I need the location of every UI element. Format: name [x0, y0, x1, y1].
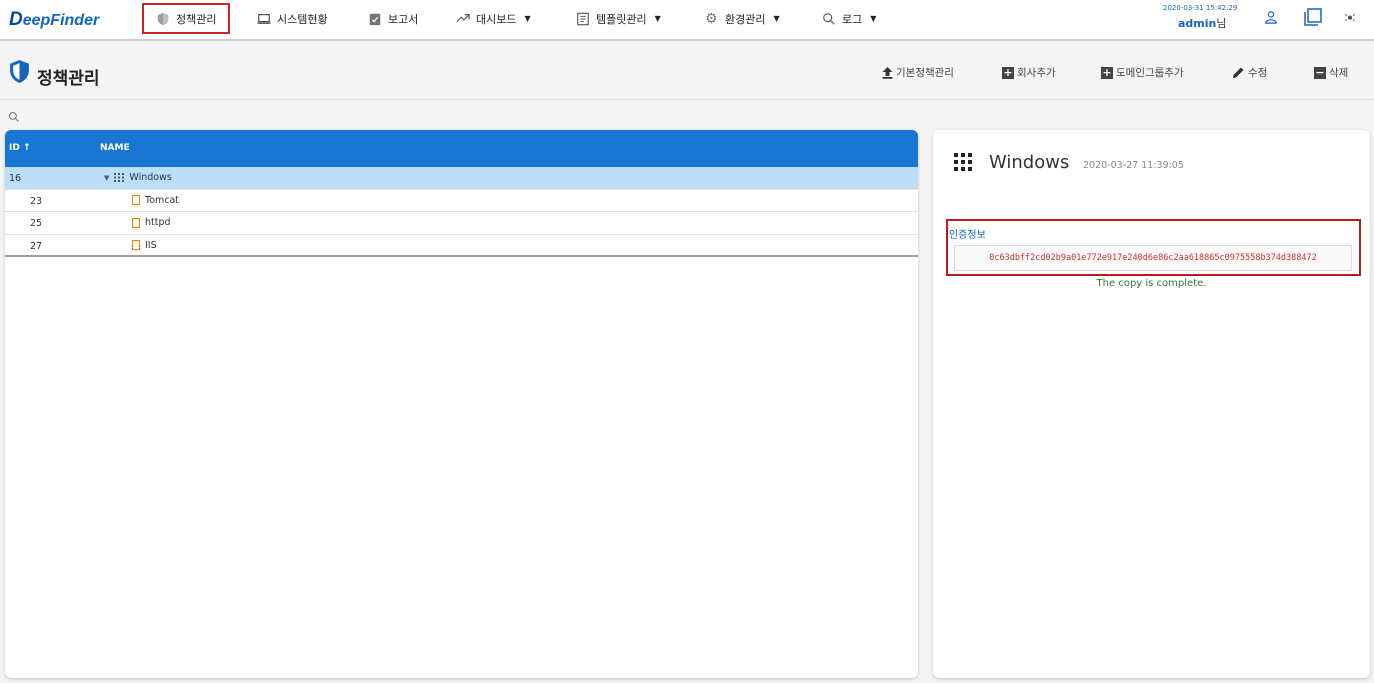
search-icon — [823, 12, 835, 25]
shield-icon — [157, 12, 169, 25]
upload-icon — [882, 66, 893, 79]
base-policy-button[interactable]: 기본정책관리 — [882, 65, 954, 80]
policy-table: ID ↑ NAME 16 ▼ Windows 23 Tomcat 25 http… — [5, 130, 918, 678]
table-search[interactable] — [8, 108, 20, 127]
chevron-down-icon: ▼ — [773, 14, 780, 23]
plus-box-icon: + — [1002, 65, 1014, 79]
chevron-down-icon: ▼ — [524, 14, 531, 23]
search-icon — [8, 111, 19, 122]
window-icon[interactable] — [1304, 8, 1322, 26]
plus-box-icon: + — [1101, 65, 1113, 79]
auth-info-section: 인증정보 0c63dbff2cd02b9a01e772e917e240d6e86… — [946, 219, 1361, 276]
grid-icon — [114, 173, 125, 182]
nav-dashboard[interactable]: 대시보드 ▼ — [456, 3, 531, 34]
top-navbar: DeepFinder 정책관리 시스템현황 보고서 대시보드 ▼ 템플릿관리 ▼… — [0, 0, 1374, 41]
table-header: ID ↑ NAME — [5, 130, 918, 167]
table-row[interactable]: 16 ▼ Windows — [5, 167, 918, 190]
auth-info-label: 인증정보 — [949, 230, 986, 241]
detail-title: Windows — [989, 152, 1070, 173]
edit-button[interactable]: 수정 — [1232, 65, 1267, 80]
korea-flag-icon[interactable] — [1344, 13, 1356, 22]
file-icon — [132, 217, 140, 228]
column-header-name[interactable]: NAME — [100, 143, 130, 153]
shield-icon — [10, 60, 29, 83]
nav-logs[interactable]: 로그 ▼ — [822, 3, 876, 34]
grid-icon — [954, 153, 972, 171]
nav-policy-management[interactable]: 정책관리 — [142, 3, 231, 34]
gear-icon: ⚙ — [705, 10, 718, 27]
trend-icon — [456, 13, 470, 22]
file-icon — [132, 240, 140, 250]
copy-status-message: The copy is complete. — [1096, 278, 1207, 289]
laptop-icon — [257, 13, 271, 24]
nav-template-management[interactable]: 템플릿관리 ▼ — [576, 3, 661, 34]
clipboard-icon — [369, 13, 381, 25]
delete-button[interactable]: − 삭제 — [1314, 65, 1348, 80]
page-header: 정책관리 기본정책관리 + 회사추가 + 도메인그룹추가 수정 − 삭제 — [0, 43, 1374, 100]
expand-caret-icon[interactable]: ▼ — [104, 174, 109, 182]
nav-environment-management[interactable]: ⚙ 환경관리 ▼ — [705, 3, 780, 34]
chevron-down-icon: ▼ — [870, 14, 877, 23]
detail-panel: Windows 2020-03-27 11:39:05 인증정보 0c63dbf… — [933, 130, 1370, 678]
add-company-button[interactable]: + 회사추가 — [1002, 65, 1056, 80]
table-row[interactable]: 25 httpd — [5, 212, 918, 235]
chevron-down-icon: ▼ — [654, 14, 661, 23]
nav-system-status[interactable]: 시스템현황 — [257, 3, 328, 34]
sort-ascending-icon: ↑ — [19, 143, 31, 153]
auth-key-field[interactable]: 0c63dbff2cd02b9a01e772e917e240d6e86c2aa6… — [954, 245, 1352, 271]
nav-reports[interactable]: 보고서 — [368, 3, 418, 34]
pencil-icon — [1233, 67, 1244, 78]
table-row[interactable]: 23 Tomcat — [5, 190, 918, 212]
page-title: 정책관리 — [37, 69, 100, 89]
user-icon[interactable] — [1264, 10, 1278, 24]
column-header-id[interactable]: ID ↑ — [9, 143, 31, 153]
add-domain-group-button[interactable]: + 도메인그룹추가 — [1101, 65, 1184, 80]
table-row[interactable]: 27 IIS — [5, 235, 918, 257]
username[interactable]: admin님 — [1178, 15, 1227, 31]
detail-date: 2020-03-27 11:39:05 — [1083, 160, 1184, 171]
file-icon — [132, 195, 140, 205]
minus-box-icon: − — [1314, 65, 1326, 79]
deepfinder-logo[interactable]: DeepFinder — [9, 9, 99, 31]
document-icon — [577, 12, 589, 25]
current-datetime: 2020-03-31 15:42:29 — [1163, 4, 1238, 12]
